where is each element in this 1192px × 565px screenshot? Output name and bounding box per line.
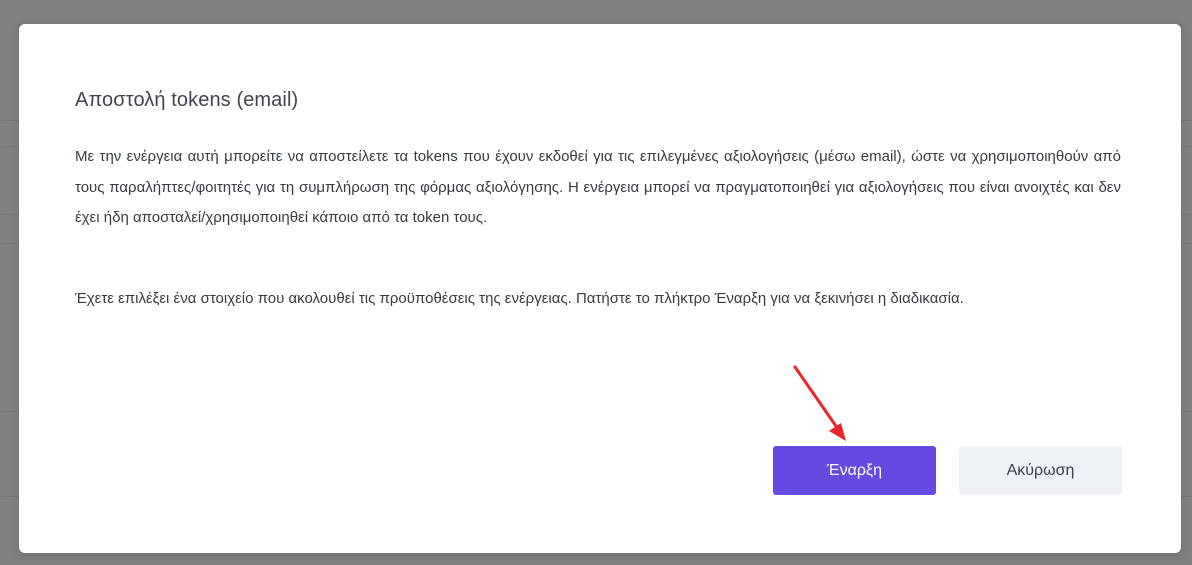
dialog-selection-note: Έχετε επιλέξει ένα στοιχείο που ακολουθε… [75, 290, 964, 307]
dialog-description: Με την ενέργεια αυτή μπορείτε να αποστεί… [75, 148, 1121, 226]
cancel-button[interactable]: Ακύρωση [959, 446, 1122, 495]
start-button[interactable]: Έναρξη [773, 446, 936, 495]
send-tokens-dialog: Αποστολή tokens (email) Με την ενέργεια … [19, 24, 1181, 553]
dialog-title: Αποστολή tokens (email) [75, 89, 299, 111]
